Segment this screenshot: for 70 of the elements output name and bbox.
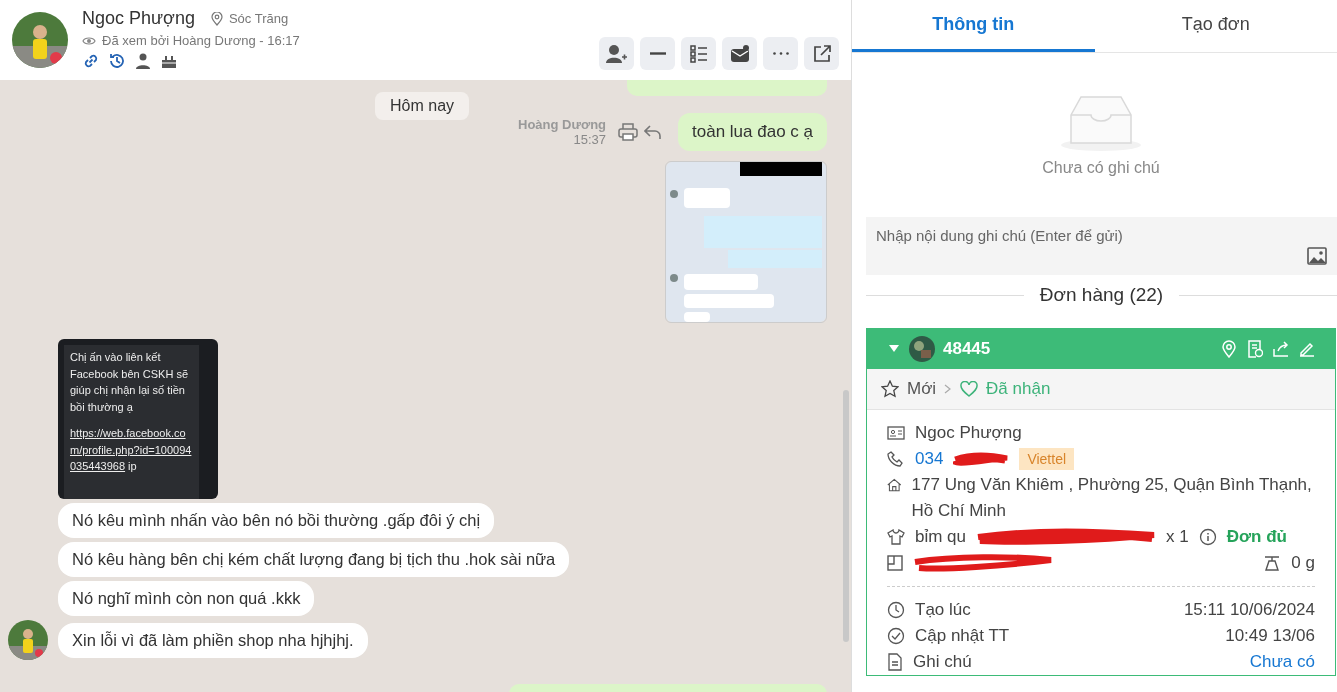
message-bubble: Nó kêu mình nhấn vào bên nó bồi thường .gấp đôi ý chị [58, 503, 495, 538]
product-quantity: x 1 [1166, 527, 1189, 547]
message-bubble: Xin lỗi vì đã làm phiền shop nha hjhjhj. [58, 622, 368, 658]
phone-link[interactable]: 034 [915, 449, 944, 469]
open-external-button[interactable] [804, 37, 839, 70]
message-bubble: Nó kêu hàng bên chị kém chất lượng đang bị tịch thu .hok sài nữa [58, 542, 570, 577]
contact-location: Sóc Trăng [228, 11, 289, 26]
empty-notes-text: Chưa có ghi chú [1042, 159, 1160, 177]
scrollbar[interactable] [843, 390, 849, 642]
minus-icon [649, 52, 666, 55]
reply-icon[interactable] [644, 124, 662, 140]
image-icon[interactable] [1307, 247, 1327, 265]
order-id: 48445 [943, 339, 991, 359]
screenshot-text: https://web.facebook.com/profile.php?id=100094035443968 ip [70, 426, 193, 474]
document-icon [887, 653, 903, 671]
clock-icon [887, 601, 905, 619]
detail-value: 15:11 10/06/2024 [1183, 600, 1315, 620]
carrier-tag: Viettel [1019, 448, 1075, 470]
message-bubble: Nó nghĩ mình còn non quá .kkk [58, 581, 315, 616]
message-time: 15:37 [573, 132, 606, 147]
detail-value: 10:49 13/06 [1225, 626, 1315, 646]
contact-avatar [12, 12, 68, 68]
shirt-icon [887, 529, 905, 545]
info-icon[interactable] [1198, 528, 1217, 546]
document-check-icon[interactable] [1247, 340, 1263, 358]
history-icon[interactable] [108, 52, 126, 70]
contact-name: Ngoc Phượng [82, 8, 195, 29]
note-input[interactable]: Nhập nội dung ghi chú (Enter để gửi) [866, 217, 1337, 275]
screenshot-text: Chị ấn vào liên kết Facebook bên CSKH sẽ giúp chị nhận lại số tiền bồi thường ạ [70, 350, 189, 415]
printer-icon[interactable] [618, 123, 638, 141]
mail-button[interactable] [722, 37, 757, 70]
add-user-button[interactable] [599, 37, 634, 70]
open-external-icon [811, 43, 832, 64]
star-icon [881, 380, 899, 398]
heart-icon [960, 381, 979, 397]
chevron-icon [944, 384, 953, 394]
status-from: Mới [907, 379, 937, 399]
detail-link[interactable]: Chưa có [1249, 652, 1315, 672]
link-icon[interactable] [82, 52, 100, 70]
status-to: Đã nhận [986, 379, 1051, 399]
person-icon[interactable] [134, 52, 152, 70]
mail-icon [729, 43, 750, 64]
date-label: Hôm nay [375, 92, 470, 120]
message-bubble: toàn lua đao c ạ [678, 113, 827, 151]
customer-avatar [909, 336, 935, 362]
product-name: bỉm qu [915, 527, 967, 547]
list-button[interactable] [681, 37, 716, 70]
more-icon [772, 52, 789, 55]
detail-label: Ghi chú [913, 652, 972, 672]
location-pin-icon [210, 11, 223, 26]
id-card-icon [887, 426, 905, 440]
add-user-icon [605, 43, 628, 64]
check-circle-icon [887, 627, 905, 645]
empty-inbox-icon [1059, 93, 1143, 151]
detail-label: Tạo lúc [915, 600, 971, 620]
stock-status: Đơn đủ [1226, 527, 1287, 547]
minimize-button[interactable] [640, 37, 675, 70]
list-icon [688, 43, 709, 64]
customer-name: Ngoc Phượng [915, 423, 1022, 443]
sender-name: Hoàng Dương [518, 117, 606, 132]
redaction-scribble [953, 451, 1010, 467]
detail-label: Cập nhật TT [915, 626, 1010, 646]
eye-icon [82, 35, 96, 46]
box-icon [887, 555, 903, 571]
phone-icon [887, 451, 905, 467]
home-icon [887, 477, 902, 493]
contact-avatar [8, 620, 48, 660]
weight-value: 0 g [1291, 553, 1315, 573]
scale-icon [1263, 555, 1282, 571]
seen-status: Đã xem bởi Hoàng Dương - 16:17 [102, 33, 300, 48]
